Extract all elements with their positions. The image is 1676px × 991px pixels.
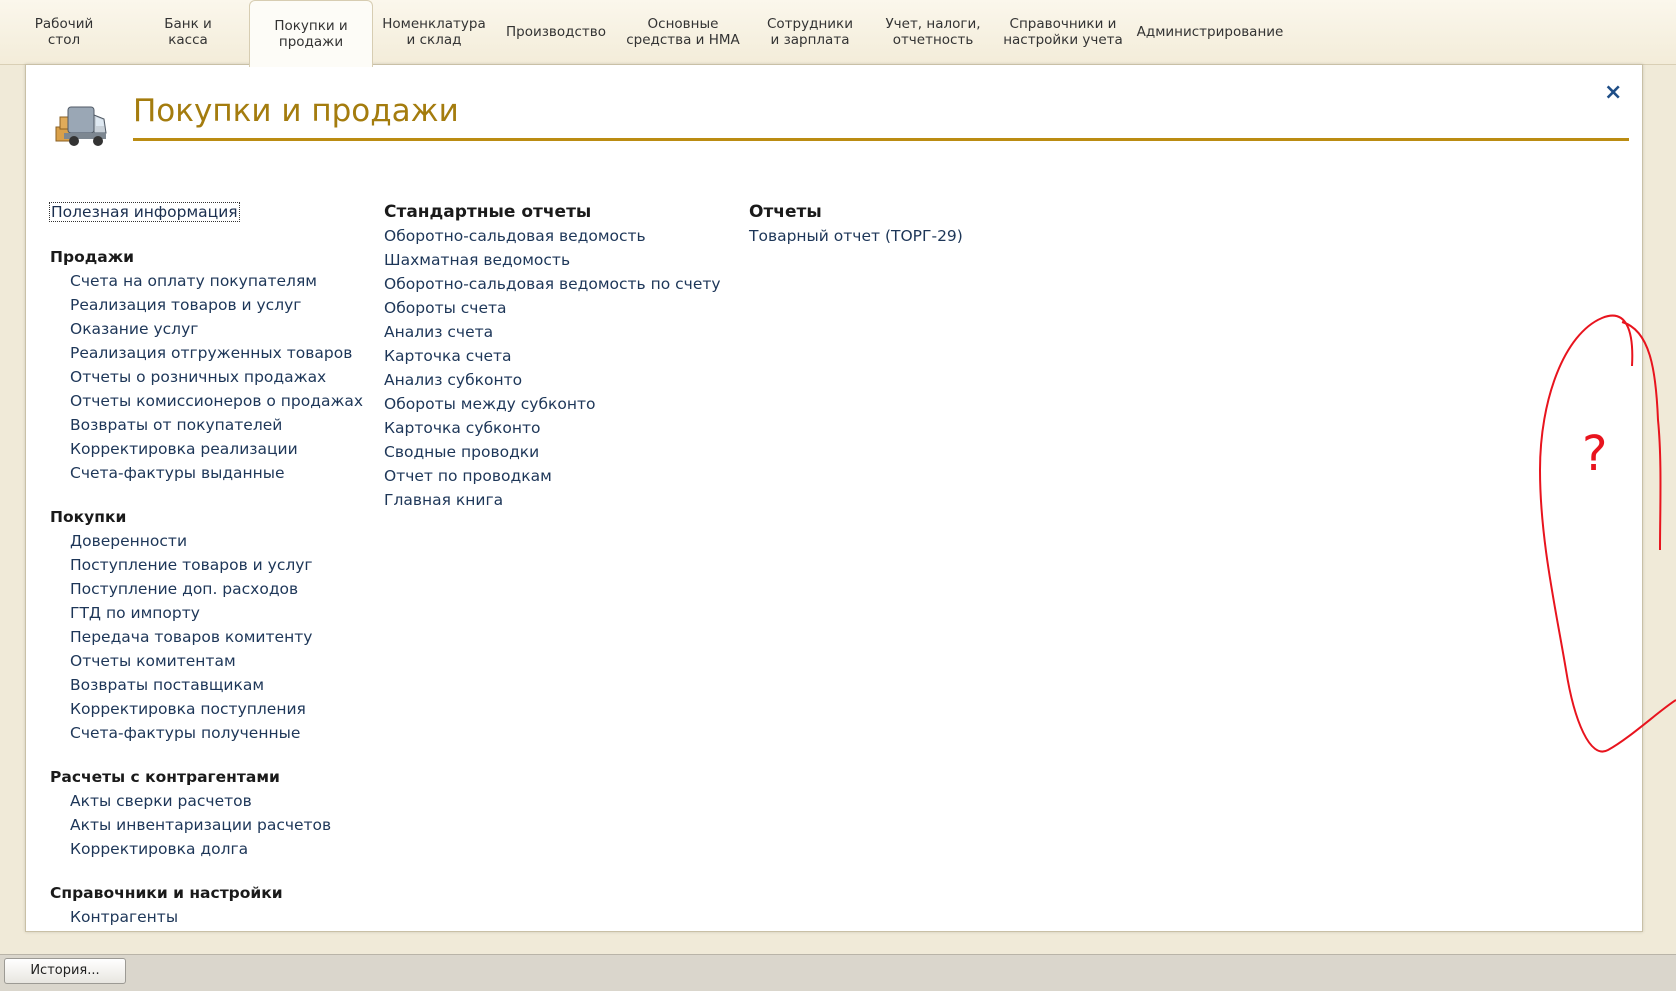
link-sales-adjustment[interactable]: Корректировка реализации [50,437,363,461]
link-returns-from-buyers[interactable]: Возвраты от покупателей [50,413,363,437]
tab-purchases-sales[interactable]: Покупки и продажи [249,0,373,67]
history-button[interactable]: История... [4,958,126,984]
section-header-references: Справочники и настройки [50,884,283,902]
link-sales-goods-services[interactable]: Реализация товаров и услуг [50,293,363,317]
link-services-rendered[interactable]: Оказание услуг [50,317,363,341]
link-powers-of-attorney[interactable]: Доверенности [50,529,363,553]
link-receipt-goods-services[interactable]: Поступление товаров и услуг [50,553,363,577]
link-sales-shipped-goods[interactable]: Реализация отгруженных товаров [50,341,363,365]
left-navigation-column: Продажи Счета на оплату покупателям Реал… [50,245,363,929]
reports-column: Отчеты Товарный отчет (ТОРГ-29) [749,200,963,248]
link-account-analysis[interactable]: Анализ счета [384,320,721,344]
tab-administration[interactable]: Администрирование [1136,0,1284,64]
page-title: Покупки и продажи [133,93,459,129]
link-invoices-to-buyers[interactable]: Счета на оплату покупателям [50,269,363,293]
link-invoices-issued[interactable]: Счета-фактуры выданные [50,461,363,485]
link-summary-entries[interactable]: Сводные проводки [384,440,721,464]
tab-nomenclature-warehouse[interactable]: Номенклатура и склад [381,0,487,64]
link-entries-report[interactable]: Отчет по проводкам [384,464,721,488]
link-reports-to-principals[interactable]: Отчеты комитентам [50,649,363,673]
tab-references-settings[interactable]: Справочники и настройки учета [1001,0,1125,64]
section-header-sales: Продажи [50,248,134,266]
link-customs-declarations[interactable]: ГТД по импорту [50,601,363,625]
section-header-purchases: Покупки [50,508,127,526]
link-turnover-balance-by-account[interactable]: Оборотно-сальдовая ведомость по счету [384,272,721,296]
link-counterparties[interactable]: Контрагенты [50,905,363,929]
bottom-bar [0,954,1676,991]
link-turnover-balance-sheet[interactable]: Оборотно-сальдовая ведомость [384,224,721,248]
link-receipt-adjustment[interactable]: Корректировка поступления [50,697,363,721]
link-receipt-additional-costs[interactable]: Поступление доп. расходов [50,577,363,601]
section-content-panel: Покупки и продажи × Полезная информация … [25,64,1643,932]
link-inventory-settlement-acts[interactable]: Акты инвентаризации расчетов [50,813,363,837]
link-reconciliation-acts[interactable]: Акты сверки расчетов [50,789,363,813]
section-header-reports: Отчеты [749,202,822,222]
link-retail-sales-reports[interactable]: Отчеты о розничных продажах [50,365,363,389]
link-account-card[interactable]: Карточка счета [384,344,721,368]
link-account-turnover[interactable]: Обороты счета [384,296,721,320]
close-icon[interactable]: × [1604,80,1622,105]
useful-info-link[interactable]: Полезная информация [49,202,240,222]
link-subconto-analysis[interactable]: Анализ субконто [384,368,721,392]
title-underline [133,138,1629,141]
link-torg29-report[interactable]: Товарный отчет (ТОРГ-29) [749,224,963,248]
section-panel: Рабочий стол Банк и касса Покупки и прод… [0,0,1676,67]
tab-bank-cash[interactable]: Банк и касса [140,0,236,64]
link-returns-to-suppliers[interactable]: Возвраты поставщикам [50,673,363,697]
link-transfer-to-principal[interactable]: Передача товаров комитенту [50,625,363,649]
delivery-truck-icon [55,106,107,146]
link-invoices-received[interactable]: Счета-фактуры полученные [50,721,363,745]
tab-accounting-taxes[interactable]: Учет, налоги, отчетность [876,0,990,64]
red-question-annotation: ? [1538,314,1676,753]
section-header-settlements: Расчеты с контрагентами [50,768,280,786]
standard-reports-column: Стандартные отчеты Оборотно-сальдовая ве… [384,200,721,512]
tab-employees-salary[interactable]: Сотрудники и зарплата [755,0,865,64]
tab-fixed-assets[interactable]: Основные средства и НМА [624,0,742,64]
link-commission-agents-reports[interactable]: Отчеты комиссионеров о продажах [50,389,363,413]
tab-production[interactable]: Производство [500,0,612,64]
link-general-ledger[interactable]: Главная книга [384,488,721,512]
link-chess-sheet[interactable]: Шахматная ведомость [384,248,721,272]
section-header-standard-reports: Стандартные отчеты [384,202,592,222]
tab-desktop[interactable]: Рабочий стол [20,0,108,64]
link-turnover-between-subconto[interactable]: Обороты между субконто [384,392,721,416]
link-subconto-card[interactable]: Карточка субконто [384,416,721,440]
question-mark: ? [1582,426,1607,482]
link-debt-adjustment[interactable]: Корректировка долга [50,837,363,861]
